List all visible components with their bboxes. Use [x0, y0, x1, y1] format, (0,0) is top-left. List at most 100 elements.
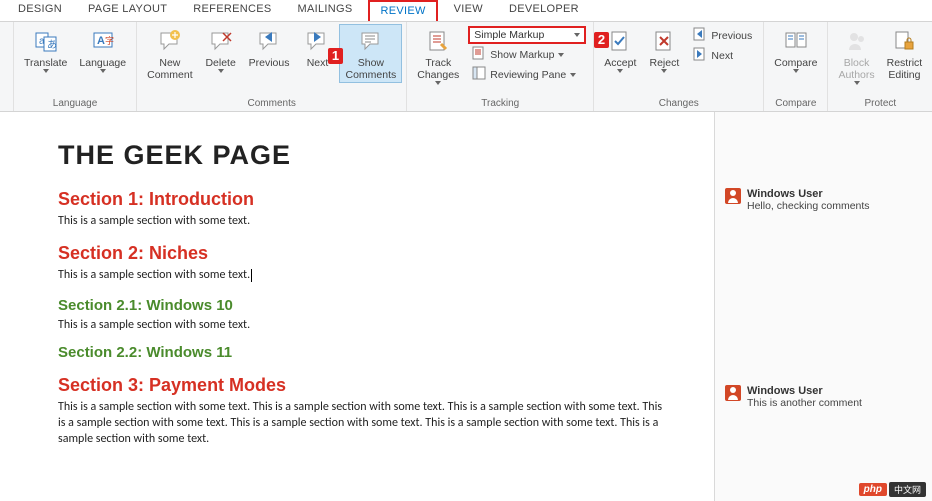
show-comments-icon: [360, 27, 382, 55]
chevron-down-icon: [218, 69, 224, 73]
comment-author: Windows User: [747, 385, 862, 397]
heading-section-1: Section 1: Introduction: [58, 189, 670, 210]
translate-button[interactable]: aあ Translate: [18, 24, 73, 75]
accept-label: Accept: [604, 57, 636, 69]
svg-text:あ: あ: [47, 39, 57, 51]
tab-design[interactable]: DESIGN: [8, 0, 72, 21]
group-comments: New Comment Delete Previous Next Show Co…: [137, 22, 407, 111]
chevron-down-icon: [100, 69, 106, 73]
translate-icon: aあ: [35, 27, 57, 55]
heading-section-2-2: Section 2.2: Windows 11: [58, 344, 670, 361]
previous-comment-button[interactable]: Previous: [243, 24, 296, 71]
show-markup-label: Show Markup: [490, 49, 554, 61]
track-changes-button[interactable]: Track Changes: [411, 24, 465, 87]
body-text: This is a sample section with some text.…: [58, 399, 670, 448]
restrict-editing-icon: [893, 27, 915, 55]
chevron-down-icon: [435, 81, 441, 85]
compare-button[interactable]: Compare: [768, 24, 823, 75]
tab-developer[interactable]: DEVELOPER: [499, 0, 589, 21]
body-text: This is a sample section with some text.: [58, 267, 670, 283]
ribbon-tabs: DESIGN PAGE LAYOUT REFERENCES MAILINGS R…: [0, 0, 932, 22]
previous-change-button[interactable]: Previous: [689, 26, 756, 45]
document-pane[interactable]: THE GEEK PAGE Section 1: Introduction Th…: [0, 112, 714, 501]
compare-label: Compare: [774, 57, 817, 69]
delete-comment-label: Delete: [205, 57, 235, 69]
accept-icon: [609, 27, 631, 55]
content-area: THE GEEK PAGE Section 1: Introduction Th…: [0, 112, 932, 501]
language-label: Language: [79, 57, 126, 69]
reviewing-pane-button[interactable]: Reviewing Pane: [468, 65, 586, 84]
restrict-editing-label: Restrict Editing: [887, 57, 923, 81]
tab-page-layout[interactable]: PAGE LAYOUT: [78, 0, 177, 21]
chevron-down-icon: [661, 69, 667, 73]
reviewing-pane-label: Reviewing Pane: [490, 69, 566, 81]
show-comments-button[interactable]: Show Comments: [339, 24, 402, 83]
chevron-down-icon: [617, 69, 623, 73]
avatar-icon: [725, 188, 741, 204]
new-comment-button[interactable]: New Comment: [141, 24, 199, 83]
markup-display-dropdown[interactable]: Simple Markup: [468, 26, 586, 44]
tab-review[interactable]: REVIEW: [368, 0, 437, 21]
watermark-cn: 中文网: [889, 482, 926, 497]
block-authors-button: Block Authors: [832, 24, 880, 87]
previous-comment-label: Previous: [249, 57, 290, 69]
next-change-label: Next: [711, 50, 733, 62]
show-markup-button[interactable]: Show Markup: [468, 45, 586, 64]
group-language: aあ Translate A字 Language Language: [14, 22, 137, 111]
chevron-down-icon: [854, 81, 860, 85]
tab-view[interactable]: VIEW: [444, 0, 493, 21]
reject-button[interactable]: Reject: [642, 24, 686, 75]
ribbon: 1 2 aあ Translate A字 Language Language Ne…: [0, 22, 932, 112]
previous-change-label: Previous: [711, 30, 752, 42]
chevron-down-icon: [570, 73, 576, 77]
group-label-comments: Comments: [141, 97, 402, 111]
group-label-compare: Compare: [768, 97, 823, 111]
heading-section-2-1: Section 2.1: Windows 10: [58, 297, 670, 314]
next-comment-label: Next: [307, 57, 329, 69]
show-markup-icon: [472, 46, 486, 63]
track-changes-label: Track Changes: [417, 57, 459, 81]
delete-comment-icon: [210, 27, 232, 55]
reviewing-pane-icon: [472, 66, 486, 83]
svg-text:字: 字: [105, 35, 114, 46]
group-changes: Accept Reject Previous Next Changes: [594, 22, 764, 111]
comment-author: Windows User: [747, 188, 870, 200]
previous-comment-icon: [258, 27, 280, 55]
callout-1: 1: [328, 48, 343, 64]
body-text: This is a sample section with some text.: [58, 213, 670, 229]
delete-comment-button[interactable]: Delete: [199, 24, 243, 75]
doc-title: THE GEEK PAGE: [58, 140, 670, 171]
show-comments-label: Show Comments: [345, 57, 396, 81]
heading-section-3: Section 3: Payment Modes: [58, 375, 670, 396]
new-comment-icon: [159, 27, 181, 55]
group-label-changes: Changes: [598, 97, 759, 111]
tab-references[interactable]: REFERENCES: [183, 0, 281, 21]
restrict-editing-button[interactable]: Restrict Editing: [881, 24, 929, 83]
comment-item[interactable]: Windows User Hello, checking comments: [725, 188, 922, 212]
heading-section-2: Section 2: Niches: [58, 243, 670, 264]
comment-item[interactable]: Windows User This is another comment: [725, 385, 922, 409]
tab-mailings[interactable]: MAILINGS: [287, 0, 362, 21]
next-change-button[interactable]: Next: [689, 46, 756, 65]
reject-icon: [653, 27, 675, 55]
comments-pane: Windows User Hello, checking comments Wi…: [714, 112, 932, 501]
chevron-down-icon: [558, 53, 564, 57]
new-comment-label: New Comment: [147, 57, 193, 81]
previous-change-icon: [693, 27, 707, 44]
markup-display-value: Simple Markup: [474, 29, 544, 41]
svg-text:A: A: [97, 35, 105, 47]
group-protect: Block Authors Restrict Editing Protect: [828, 22, 932, 111]
chevron-down-icon: [574, 33, 580, 37]
group-label-tracking: Tracking: [411, 97, 589, 111]
group-compare: Compare Compare: [764, 22, 828, 111]
comment-text: Hello, checking comments: [747, 200, 870, 212]
next-comment-icon: [306, 27, 328, 55]
language-button[interactable]: A字 Language: [73, 24, 132, 75]
comment-text: This is another comment: [747, 397, 862, 409]
language-icon: A字: [92, 27, 114, 55]
group-tracking: Track Changes Simple Markup Show Markup …: [407, 22, 594, 111]
translate-label: Translate: [24, 57, 67, 69]
block-authors-label: Block Authors: [838, 57, 874, 81]
callout-2: 2: [594, 32, 609, 48]
body-text: This is a sample section with some text.: [58, 317, 670, 333]
